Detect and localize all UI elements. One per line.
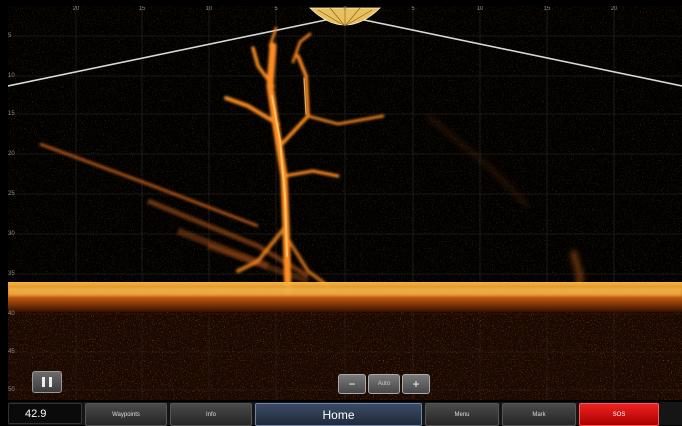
zoom-out-button[interactable]: − <box>338 374 366 394</box>
range-label: 10 <box>205 6 213 12</box>
depth-readout: 42.9 <box>8 403 82 424</box>
depth-label: 40 <box>8 311 15 317</box>
depth-label: 50 <box>8 387 15 393</box>
bottom-bar: 42.9 Waypoints Info Home Menu Mark SOS <box>8 402 682 426</box>
depth-label: 15 <box>8 111 15 117</box>
depth-label: 5 <box>8 33 12 39</box>
waypoints-button[interactable]: Waypoints <box>85 403 167 426</box>
zoom-in-button[interactable]: + <box>402 374 430 394</box>
depth-label: 30 <box>8 231 15 237</box>
sonar-image <box>8 6 682 400</box>
home-button[interactable]: Home <box>255 403 422 426</box>
depth-label: 25 <box>8 191 15 197</box>
range-label: 15 <box>543 6 551 12</box>
sos-button[interactable]: SOS <box>579 403 659 426</box>
range-label: 5 <box>274 6 278 12</box>
menu-button[interactable]: Menu <box>425 403 499 426</box>
range-label: 5 <box>411 6 415 12</box>
pause-button[interactable] <box>32 371 62 393</box>
range-label: 0 <box>343 6 347 12</box>
range-label: 20 <box>72 6 80 12</box>
mark-button[interactable]: Mark <box>502 403 576 426</box>
sonar-display[interactable]: 20 15 10 5 0 5 10 15 20 5 10 15 20 25 30… <box>8 6 682 400</box>
range-label: 20 <box>610 6 618 12</box>
zoom-controls: − Auto + <box>338 374 430 394</box>
range-label: 15 <box>138 6 146 12</box>
zoom-auto-button[interactable]: Auto <box>368 374 400 394</box>
pause-icon <box>40 377 54 387</box>
depth-label: 45 <box>8 349 15 355</box>
range-label: 10 <box>476 6 484 12</box>
depth-label: 35 <box>8 271 15 277</box>
info-button[interactable]: Info <box>170 403 252 426</box>
depth-label: 10 <box>8 73 15 79</box>
depth-label: 20 <box>8 151 15 157</box>
